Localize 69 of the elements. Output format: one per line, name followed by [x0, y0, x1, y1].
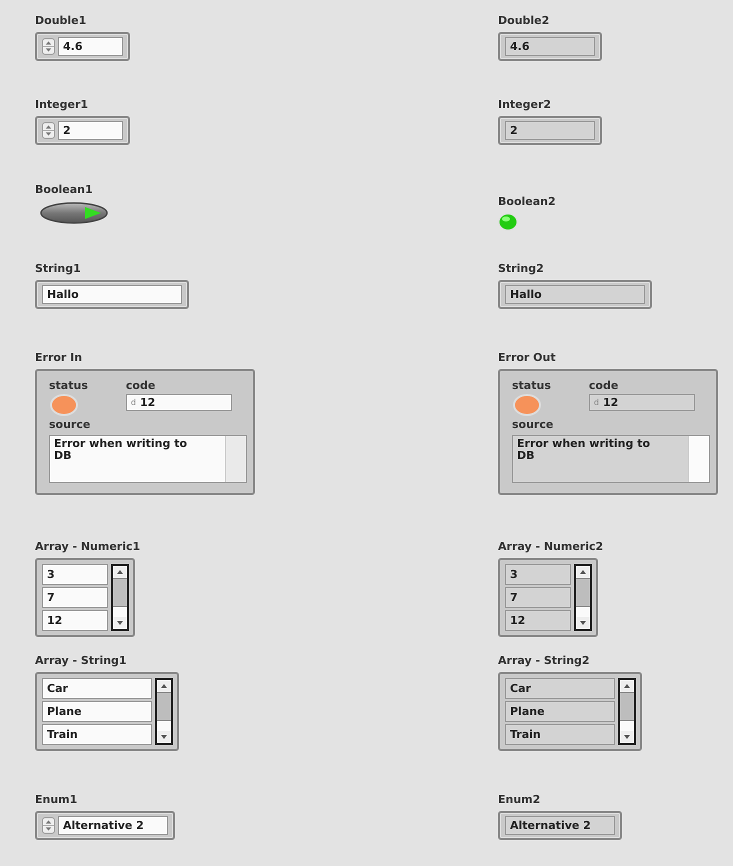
spinner-icon[interactable]	[42, 38, 55, 55]
source-label: source	[49, 418, 92, 432]
scrollbar[interactable]	[111, 564, 129, 631]
array-element[interactable]: 3	[42, 564, 108, 585]
value-field: Hallo	[505, 284, 645, 304]
status-led	[512, 394, 542, 416]
control-label: Array - String1	[35, 654, 127, 667]
control-label: Double2	[498, 14, 550, 27]
value-field[interactable]: 4.6	[58, 37, 123, 56]
value-field[interactable]: Hallo	[42, 284, 182, 304]
source-text: Error when writing to DB	[516, 436, 652, 464]
control-label: Error Out	[498, 351, 556, 364]
array-element[interactable]: 12	[42, 610, 108, 631]
string-control[interactable]: Hallo	[35, 280, 189, 309]
radix-label: d	[594, 398, 599, 408]
spinner-icon[interactable]	[42, 122, 55, 140]
array-control[interactable]: Car Plane Train	[35, 672, 179, 751]
control-label: Enum1	[35, 792, 78, 806]
array-element[interactable]: Car	[42, 678, 152, 699]
code-value: 12	[140, 396, 156, 410]
array-element[interactable]: 7	[42, 586, 108, 608]
value-field: Alternative 2	[505, 816, 615, 834]
value-field: 2	[505, 121, 595, 140]
code-value: 12	[602, 396, 618, 410]
control-label: Array - String2	[498, 654, 590, 667]
control-label: Integer1	[35, 98, 88, 112]
control-label: Integer2	[498, 98, 552, 112]
control-label: Error In	[35, 351, 82, 364]
array-element[interactable]: Plane	[42, 700, 152, 722]
code-field[interactable]: d 12	[126, 394, 232, 412]
scrollbar[interactable]	[618, 678, 636, 745]
value-field[interactable]: 2	[58, 121, 123, 140]
code-label: code	[126, 379, 156, 392]
radix-label: d	[130, 398, 136, 408]
array-element: 7	[505, 586, 571, 608]
value-field: 4.6	[505, 37, 595, 56]
scroll-thumb[interactable]	[576, 578, 590, 607]
code-label: code	[588, 379, 618, 392]
array-element: Plane	[505, 700, 615, 722]
array-element: 12	[505, 610, 571, 631]
control-label: Array - Numeric1	[35, 540, 140, 553]
array-control[interactable]: 3 7 12	[35, 558, 135, 637]
scroll-thumb[interactable]	[113, 578, 127, 607]
control-label: Boolean2	[498, 194, 556, 208]
array-element: Car	[505, 678, 615, 699]
status-label: status	[512, 379, 551, 392]
source-field[interactable]: Error when writing to DB	[49, 435, 247, 484]
control-label: String1	[35, 262, 81, 275]
scrollbar[interactable]	[155, 678, 173, 745]
source-text: Error when writing to DB	[53, 436, 188, 464]
numeric-control[interactable]: 4.6	[35, 32, 130, 61]
scroll-thumb[interactable]	[157, 692, 171, 721]
value-field[interactable]: Alternative 2	[58, 816, 168, 834]
numeric-control[interactable]: 2	[35, 116, 130, 146]
control-label: String2	[498, 262, 544, 275]
array-element: 3	[505, 564, 571, 585]
scroll-thumb[interactable]	[620, 692, 634, 721]
control-label: Boolean1	[35, 182, 93, 196]
control-label: Enum2	[498, 792, 540, 806]
source-label: source	[512, 418, 554, 432]
control-label: Double1	[35, 14, 86, 27]
status-label: status	[49, 379, 88, 392]
enum-control[interactable]: Alternative 2	[35, 810, 175, 840]
toggle-switch[interactable]	[39, 200, 109, 225]
spinner-icon[interactable]	[42, 816, 55, 834]
control-label: Array - Numeric2	[498, 540, 604, 553]
array-element[interactable]: Train	[42, 724, 152, 745]
array-element: Train	[505, 724, 615, 745]
scrollbar[interactable]	[574, 564, 592, 631]
